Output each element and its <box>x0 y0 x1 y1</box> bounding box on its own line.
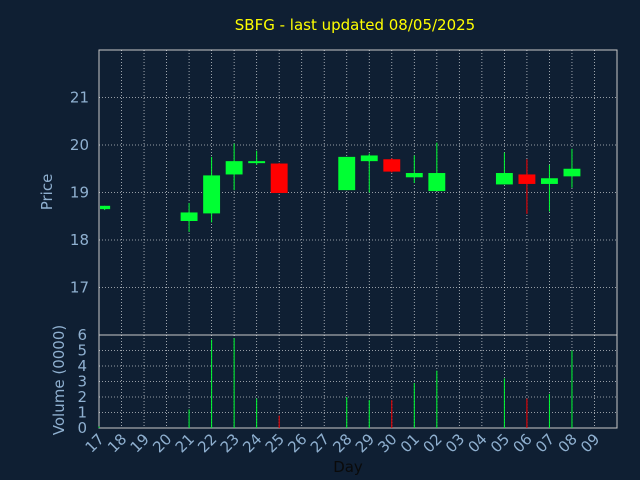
price-tick-label: 18 <box>70 231 89 249</box>
volume-tick-label: 2 <box>77 388 87 406</box>
candle-body <box>428 173 446 192</box>
volume-tick-label: 1 <box>77 404 87 422</box>
volume-tick-label: 5 <box>77 342 87 360</box>
price-tick-label: 21 <box>70 89 89 107</box>
candle-body <box>225 161 243 175</box>
x-axis-label: Day <box>333 458 363 476</box>
x-tick-label: 09 <box>577 430 603 456</box>
price-tick-label: 19 <box>70 184 89 202</box>
price-axis-label: Price <box>38 174 56 211</box>
volume-tick-label: 0 <box>77 419 87 437</box>
price-tick-label: 17 <box>70 279 89 297</box>
price-tick-label: 20 <box>70 136 89 154</box>
volume-tick-label: 6 <box>77 326 87 344</box>
candle-body <box>495 173 513 185</box>
candle-body <box>100 205 111 210</box>
candle-body <box>180 212 198 221</box>
candle-body <box>360 155 378 162</box>
volume-tick-label: 3 <box>77 373 87 391</box>
candle-body <box>270 163 288 193</box>
candle-body <box>338 156 356 191</box>
stock-chart: SBFG - last updated 08/05/2025 17 18 19 20 2… <box>0 0 640 480</box>
chart-canvas: SBFG - last updated 08/05/2025 171819202… <box>38 16 618 476</box>
candle-body <box>248 161 266 164</box>
candle-body <box>405 173 423 178</box>
volume-axis-label: Volume (0000) <box>50 325 68 435</box>
chart-title: SBFG - last updated 08/05/2025 <box>235 16 475 34</box>
candle-body <box>383 159 401 172</box>
candle-body <box>563 168 581 177</box>
candle-body <box>518 174 536 184</box>
volume-panel: 0123456 <box>77 326 618 437</box>
candle-body <box>540 178 558 184</box>
volume-tick-label: 4 <box>77 357 87 375</box>
candle-body <box>203 175 221 214</box>
price-panel: 17 18 19 20 21 <box>70 49 618 336</box>
